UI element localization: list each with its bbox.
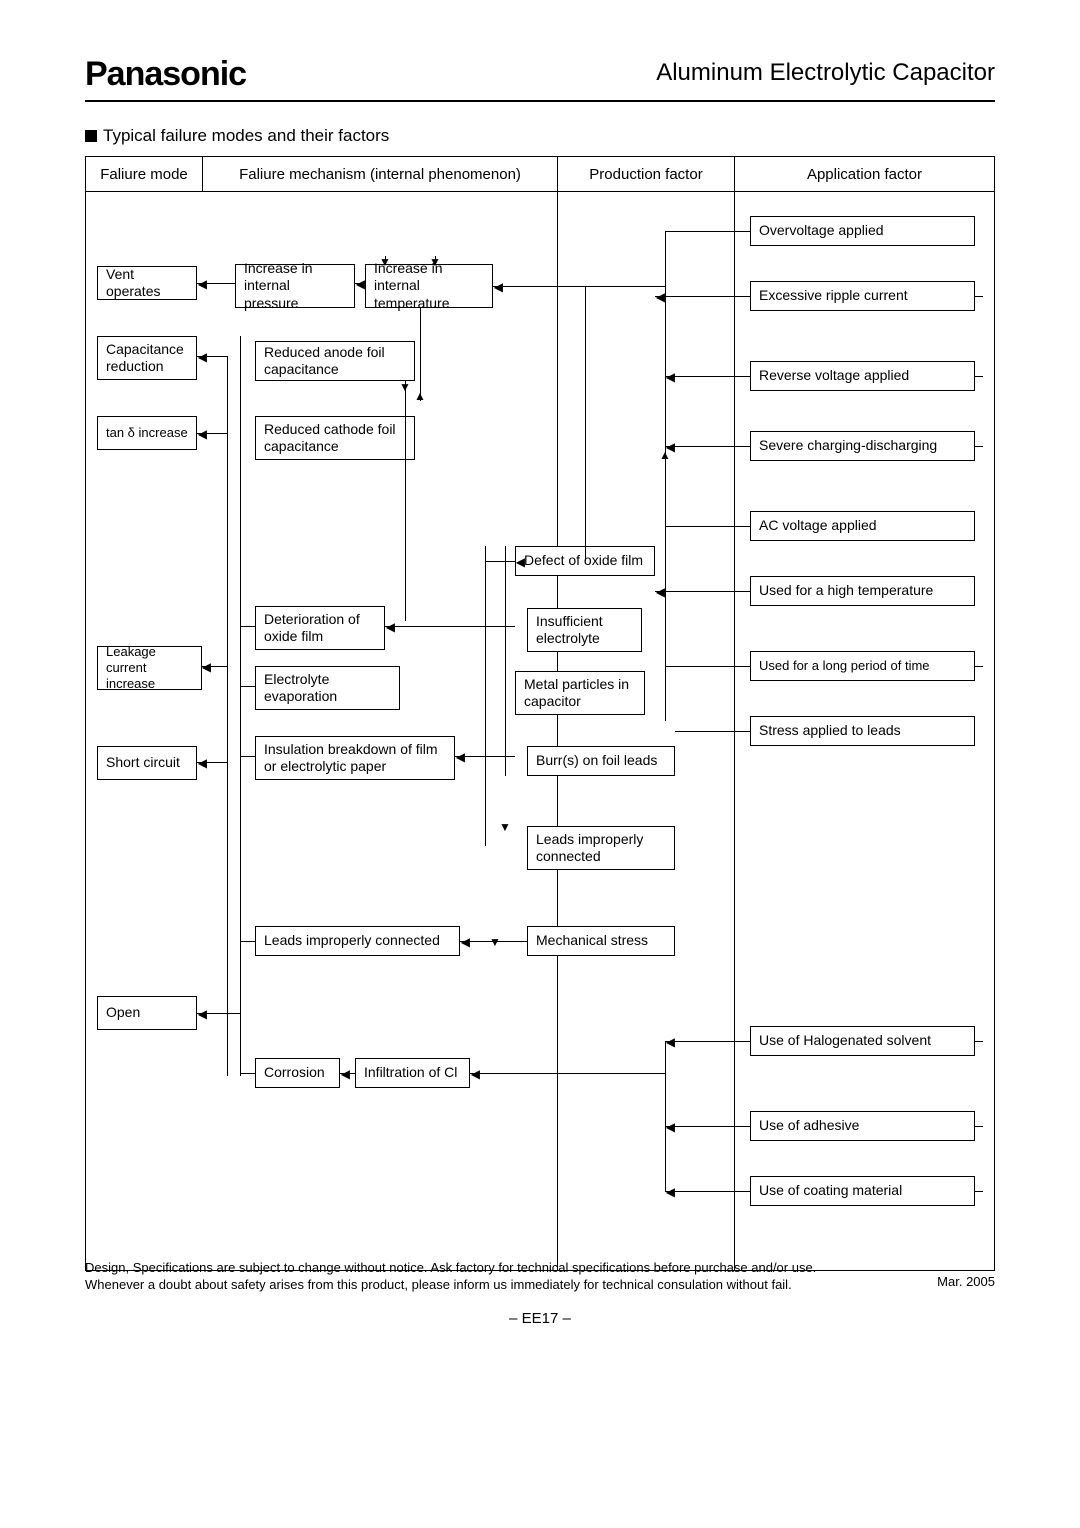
col-failure-mode: Faliure mode [85, 156, 203, 192]
footer-date: Mar. 2005 [937, 1274, 995, 1291]
node-tan-delta-increase: tan δ increase [97, 416, 197, 450]
section-title-text: Typical failure modes and their factors [103, 126, 389, 145]
node-leakage-current-increase: Leakage current increase [97, 646, 202, 690]
node-charge-discharge: Severe charging-discharging [750, 431, 975, 461]
node-internal-pressure: Increase in internal pressure [235, 264, 355, 308]
node-adhesive: Use of adhesive [750, 1111, 975, 1141]
node-reverse-voltage: Reverse voltage applied [750, 361, 975, 391]
footer-line1: Design, Specifications are subject to ch… [85, 1260, 995, 1277]
node-reduced-anode: Reduced anode foil capacitance [255, 341, 415, 381]
node-mechanical-stress: Mechanical stress [527, 926, 675, 956]
node-burr: Burr(s) on foil leads [527, 746, 675, 776]
node-capacitance-reduction: Capacitance reduction [97, 336, 197, 380]
page-number: – EE17 – [0, 1310, 1080, 1327]
section-title: Typical failure modes and their factors [85, 126, 995, 146]
node-ac-voltage: AC voltage applied [750, 511, 975, 541]
node-deterioration: Deterioration of oxide film [255, 606, 385, 650]
bullet-icon [85, 130, 97, 142]
node-ripple: Excessive ripple current [750, 281, 975, 311]
col-divider-1 [557, 191, 558, 1271]
node-leads-improperly-connected-mech: Leads improperly connected [255, 926, 460, 956]
node-corrosion: Corrosion [255, 1058, 340, 1088]
node-leads-improperly-connected-prod: Leads improperly connected [527, 826, 675, 870]
node-internal-temperature: Increase in internal temperature [365, 264, 493, 308]
node-short-circuit: Short circuit [97, 746, 197, 780]
footer-line2: Whenever a doubt about safety arises fro… [85, 1277, 995, 1294]
footer: Design, Specifications are subject to ch… [85, 1260, 995, 1294]
header-rule [85, 100, 995, 102]
node-vent-operates: Vent operates [97, 266, 197, 300]
node-infiltration: Infiltration of Cl [355, 1058, 470, 1088]
col-mechanism: Faliure mechanism (internal phenomenon) [202, 156, 558, 192]
node-coating: Use of coating material [750, 1176, 975, 1206]
node-high-temperature: Used for a high temperature [750, 576, 975, 606]
node-open: Open [97, 996, 197, 1030]
node-halogenated: Use of Halogenated solvent [750, 1026, 975, 1056]
node-metal-particles: Metal particles in capacitor [515, 671, 645, 715]
doc-title: Aluminum Electrolytic Capacitor [656, 59, 995, 87]
col-production: Production factor [557, 156, 735, 192]
node-overvoltage: Overvoltage applied [750, 216, 975, 246]
node-stress-leads: Stress applied to leads [750, 716, 975, 746]
node-insufficient-electrolyte: Insufficient electrolyte [527, 608, 642, 652]
node-reduced-cathode: Reduced cathode foil capacitance [255, 416, 415, 460]
col-application: Application factor [734, 156, 995, 192]
node-long-time: Used for a long period of time [750, 651, 975, 681]
node-evaporation: Electrolyte evaporation [255, 666, 400, 710]
node-insulation-breakdown: Insulation breakdown of film or electrol… [255, 736, 455, 780]
failure-mode-diagram: Faliure mode Faliure mechanism (internal… [85, 156, 995, 1271]
